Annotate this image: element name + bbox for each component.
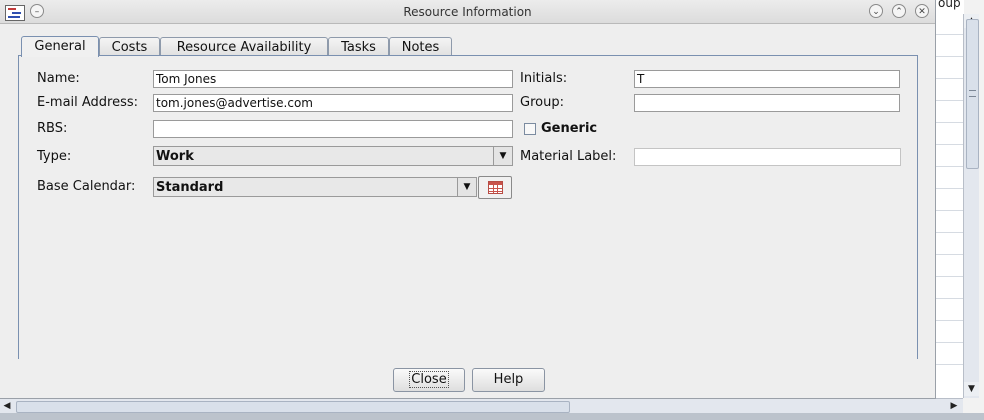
generic-label[interactable]: Generic bbox=[541, 121, 597, 136]
tab-tasks[interactable]: Tasks bbox=[328, 37, 389, 56]
minimize-icon[interactable]: ⌄ bbox=[869, 4, 883, 18]
tab-resource-availability[interactable]: Resource Availability bbox=[160, 37, 328, 56]
rbs-field[interactable] bbox=[153, 120, 513, 138]
name-label: Name: bbox=[37, 71, 80, 86]
initials-label: Initials: bbox=[520, 71, 568, 86]
calendar-icon bbox=[488, 181, 503, 194]
maximize-icon[interactable]: ⌃ bbox=[892, 4, 906, 18]
type-select[interactable]: Work ▼ bbox=[153, 146, 513, 166]
tab-notes[interactable]: Notes bbox=[389, 37, 452, 56]
background-table-column bbox=[935, 0, 964, 398]
email-field[interactable]: tom.jones@advertise.com bbox=[153, 94, 513, 112]
scroll-left-icon[interactable]: ◀ bbox=[0, 399, 14, 414]
rbs-label: RBS: bbox=[37, 121, 68, 136]
name-field[interactable]: Tom Jones bbox=[153, 70, 513, 88]
chevron-down-icon[interactable]: ▼ bbox=[457, 178, 476, 196]
scroll-right-icon[interactable]: ▶ bbox=[947, 399, 961, 414]
dialog-titlebar[interactable]: – Resource Information ⌄ ⌃ ✕ bbox=[0, 0, 935, 24]
edit-calendar-button[interactable] bbox=[478, 176, 512, 199]
horizontal-scroll-thumb[interactable] bbox=[16, 401, 570, 413]
tab-costs[interactable]: Costs bbox=[99, 37, 160, 56]
help-button-label: Help bbox=[493, 372, 524, 387]
base-calendar-label: Base Calendar: bbox=[37, 179, 136, 194]
close-button-label: Close bbox=[409, 371, 449, 388]
material-label-label: Material Label: bbox=[520, 149, 617, 164]
window-bottom-border bbox=[0, 413, 984, 420]
email-label: E-mail Address: bbox=[37, 95, 139, 110]
type-label: Type: bbox=[37, 149, 72, 164]
type-select-value: Work bbox=[156, 149, 194, 164]
horizontal-scrollbar[interactable]: ◀ ▶ bbox=[0, 398, 963, 414]
tab-general[interactable]: General bbox=[21, 36, 99, 57]
resource-information-dialog: – Resource Information ⌄ ⌃ ✕ General Cos… bbox=[0, 0, 936, 399]
vertical-scroll-thumb[interactable] bbox=[966, 19, 979, 169]
close-icon[interactable]: ✕ bbox=[915, 4, 929, 18]
help-button[interactable]: Help bbox=[472, 368, 545, 392]
close-button[interactable]: Close bbox=[393, 368, 465, 392]
initials-field[interactable]: T bbox=[634, 70, 900, 88]
group-field[interactable] bbox=[634, 94, 900, 112]
group-label: Group: bbox=[520, 95, 564, 110]
dialog-title: Resource Information bbox=[403, 5, 532, 19]
generic-checkbox[interactable] bbox=[524, 123, 536, 135]
vertical-scrollbar[interactable]: ▲ ▼ bbox=[963, 14, 979, 398]
chevron-down-icon[interactable]: ▼ bbox=[493, 147, 512, 165]
scroll-down-icon[interactable]: ▼ bbox=[964, 382, 979, 396]
base-calendar-select[interactable]: Standard ▼ bbox=[153, 177, 477, 197]
material-label-field[interactable] bbox=[634, 148, 901, 166]
background-column-header: oup bbox=[938, 0, 961, 10]
base-calendar-select-value: Standard bbox=[156, 180, 224, 195]
